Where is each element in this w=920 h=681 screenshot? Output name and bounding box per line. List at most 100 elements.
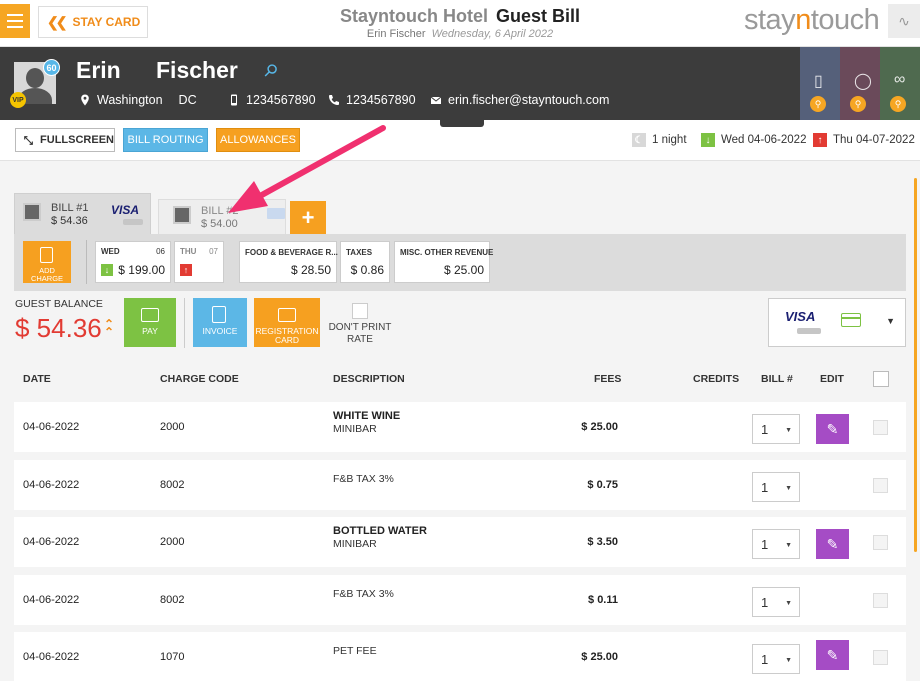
hotel-name: Stayntouch Hotel [339, 6, 488, 26]
menu-button[interactable] [0, 4, 30, 38]
fullscreen-button[interactable]: FULLSCREEN [15, 128, 115, 152]
group-tile[interactable]: ∞ ⚲ [880, 47, 920, 120]
allowances-button[interactable]: ALLOWANCES [216, 128, 300, 152]
avatar [173, 206, 191, 224]
nights-info: ☾ 1 night [632, 133, 687, 147]
mail-icon [430, 96, 442, 104]
caret-down-icon: ▼ [785, 657, 792, 664]
bill-tab-2-name: BILL #2 [201, 205, 239, 217]
row-checkbox[interactable] [873, 593, 888, 608]
caret-down-icon: ▼ [785, 542, 792, 549]
bill-number-select[interactable]: 1 ▼ [752, 414, 800, 444]
payment-card-select[interactable]: VISA ▼ [768, 298, 906, 347]
bill-summary-band: ADD CHARGE WED 06 ↓ $ 199.00 THU 07 ↑ FO… [14, 234, 906, 291]
row-checkbox[interactable] [873, 478, 888, 493]
double-chevron-left-icon: ❮❮ [47, 13, 68, 30]
pay-button[interactable]: PAY [124, 298, 176, 347]
pin-icon[interactable]: ⚲ [259, 60, 281, 83]
guest-header: 60 VIP Erin Fischer ⚲ Washington DC 1234… [0, 47, 920, 120]
avatar [23, 203, 41, 221]
location-pin-icon [81, 94, 89, 106]
arrow-up-icon: ↑ [813, 133, 827, 147]
caret-down-icon: ▼ [785, 600, 792, 607]
summary-food-beverage[interactable]: FOOD & BEVERAGE R... $ 28.50 [239, 241, 338, 283]
guest-email: erin.fischer@stayntouch.com [430, 93, 609, 107]
printer-icon [278, 308, 296, 322]
guest-location: Washington DC [79, 93, 197, 107]
globe-tile[interactable]: ◯ ⚲ [840, 47, 880, 120]
guest-city: Washington [97, 93, 163, 107]
add-bill-button[interactable]: + [290, 201, 326, 234]
guest-balance-amount: $ 54.36 [15, 313, 102, 343]
bill-routing-button[interactable]: BILL ROUTING [123, 128, 208, 152]
guest-last-name: Fischer [156, 57, 238, 83]
mobile-phone-icon [231, 94, 237, 106]
scrollbar[interactable] [914, 178, 917, 552]
dont-print-rate-checkbox[interactable] [352, 303, 368, 319]
row-checkbox[interactable] [873, 650, 888, 665]
header-date: Wednesday, 6 April 2022 [431, 28, 554, 40]
arrival-info: ↓ Wed 04-06-2022 [701, 133, 806, 147]
bill-tab-2[interactable]: BILL #2 $ 54.00 [158, 199, 286, 234]
credit-card-icon [841, 313, 861, 327]
table-row: 04-06-2022 1070 PET FEE $ 25.00 1 ▼ ✎ [14, 632, 906, 681]
phone-icon [329, 95, 339, 105]
row-checkbox[interactable] [873, 535, 888, 550]
guest-balance-label: GUEST BALANCE [15, 298, 103, 310]
pencil-icon: ✎ [826, 420, 839, 437]
bill-number-select[interactable]: 1 ▼ [752, 644, 800, 674]
bill-number-select[interactable]: 1 ▼ [752, 529, 800, 559]
bill-tab-1[interactable]: BILL #1 $ 54.36 VISA [14, 193, 151, 234]
bill-tab-1-amount: $ 54.36 [51, 215, 88, 227]
moon-icon: ☾ [632, 133, 646, 147]
day-card-thu[interactable]: THU 07 ↑ [174, 241, 224, 283]
activity-icon[interactable]: ∿ [888, 4, 920, 38]
bill-number-select[interactable]: 1 ▼ [752, 472, 800, 502]
guest-phone-2: 1234567890 [328, 93, 416, 107]
arrow-down-icon: ↓ [701, 133, 715, 147]
page-title-block: Stayntouch Hotel Guest Bill Erin Fischer W… [300, 6, 620, 40]
arrow-down-icon: ↓ [101, 264, 113, 276]
table-row: 04-06-2022 8002 F&B TAX 3% $ 0.11 1 ▼ [14, 575, 906, 625]
col-bill: BILL # [761, 373, 793, 385]
add-charge-button[interactable]: ADD CHARGE [23, 241, 71, 283]
drawer-handle[interactable] [440, 120, 484, 127]
arrow-up-icon: ↑ [180, 264, 192, 276]
count-badge: 60 [43, 59, 60, 76]
table-row: 04-06-2022 2000 BOTTLED WATER MINIBAR $ … [14, 517, 906, 567]
wallet-icon [141, 308, 159, 322]
visa-card-icon: VISA [785, 309, 816, 324]
col-date: DATE [23, 373, 51, 385]
registration-card-button[interactable]: REGISTRATION CARD [254, 298, 320, 347]
invoice-button[interactable]: INVOICE [193, 298, 247, 347]
room-tile[interactable]: ▯ ⚲ [800, 47, 840, 120]
side-tiles: ▯ ⚲ ◯ ⚲ ∞ ⚲ [800, 47, 920, 120]
table-row: 04-06-2022 8002 F&B TAX 3% $ 0.75 1 ▼ [14, 460, 906, 510]
guest-phone-1: 1234567890 [228, 93, 316, 107]
select-all-checkbox[interactable] [873, 371, 889, 387]
departure-info: ↑ Thu 04-07-2022 [813, 133, 915, 147]
search-icon: ⚲ [850, 96, 866, 112]
summary-misc-revenue[interactable]: MISC. OTHER REVENUE $ 25.00 [394, 241, 493, 283]
vip-badge: VIP [10, 92, 26, 108]
visa-card-icon: VISA [111, 203, 140, 217]
document-icon [212, 306, 226, 323]
bill-tab-2-amount: $ 54.00 [201, 218, 238, 230]
col-description: DESCRIPTION [333, 373, 405, 385]
dont-print-rate-label: DON'T PRINT RATE [328, 322, 392, 345]
stayntouch-logo: stayntouch [744, 4, 880, 36]
top-bar: ❮❮ STAY CARD Stayntouch Hotel Guest Bill … [0, 0, 920, 47]
edit-button[interactable]: ✎ [816, 640, 849, 670]
stay-card-button[interactable]: ❮❮ STAY CARD [38, 6, 148, 38]
edit-button[interactable]: ✎ [816, 529, 849, 559]
summary-taxes[interactable]: TAXES $ 0.86 [340, 241, 390, 283]
header-guest-name: Erin Fischer [366, 28, 426, 40]
edit-button[interactable]: ✎ [816, 414, 849, 444]
stay-card-label: STAY CARD [72, 15, 141, 29]
calculator-icon [40, 247, 53, 263]
bill-number-select[interactable]: 1 ▼ [752, 587, 800, 617]
day-card-wed[interactable]: WED 06 ↓ $ 199.00 [95, 241, 171, 283]
expand-icon [24, 135, 33, 145]
building-icon: ▯ [814, 73, 823, 90]
row-checkbox[interactable] [873, 420, 888, 435]
